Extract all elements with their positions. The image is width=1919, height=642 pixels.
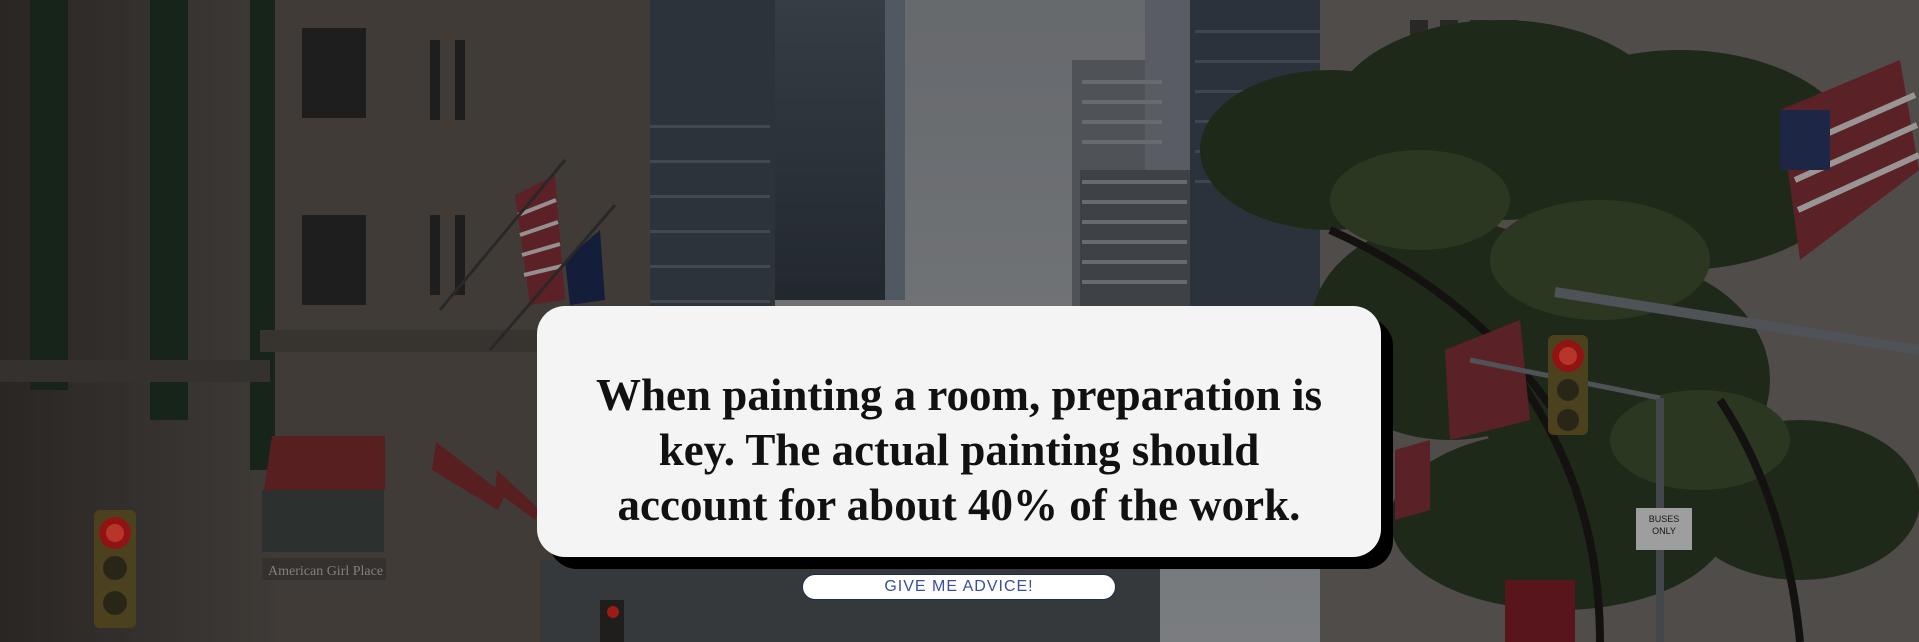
advice-text: When painting a room, preparation is key… [596,370,1322,530]
give-advice-button[interactable]: GIVE ME ADVICE! [802,574,1116,600]
advice-card: When painting a room, preparation is key… [537,306,1381,557]
